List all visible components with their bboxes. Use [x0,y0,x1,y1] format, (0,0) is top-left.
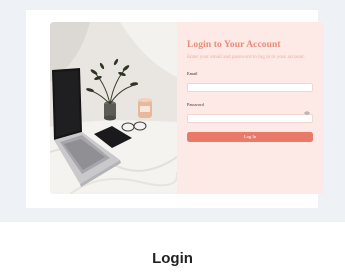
login-form: Login to Your Account Enter your email a… [177,22,324,194]
password-wrapper [187,107,313,125]
eye-icon[interactable] [304,110,310,115]
email-field[interactable] [187,83,313,92]
form-subtitle: Enter your email and password to log in … [187,54,305,60]
preview-canvas: Login to Your Account Enter your email a… [26,10,324,208]
template-caption: Login [152,250,193,267]
login-button[interactable]: Log In [187,131,313,142]
form-title: Login to Your Account [187,40,281,50]
login-card: Login to Your Account Enter your email a… [50,22,324,194]
template-preview[interactable]: Login to Your Account Enter your email a… [0,0,345,222]
password-field[interactable] [187,114,313,123]
hero-photo [50,22,177,194]
email-label: Email [187,71,198,76]
